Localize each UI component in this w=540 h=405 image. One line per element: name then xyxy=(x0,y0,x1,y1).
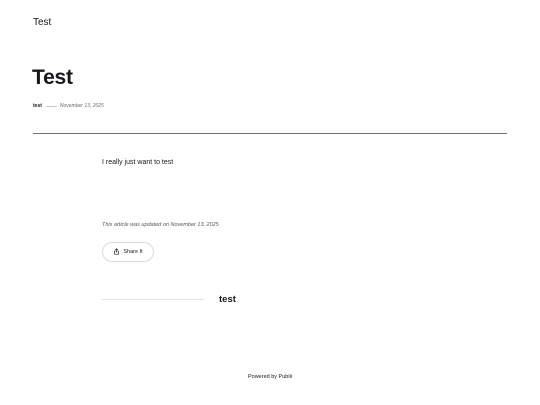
post-title: Test xyxy=(32,66,73,89)
share-icon xyxy=(113,247,120,257)
author-box-line xyxy=(102,299,204,300)
share-label: Share It xyxy=(123,249,143,255)
footer-credit: Powered by Publii xyxy=(247,374,293,380)
post-content: I really just want to test xyxy=(102,159,174,166)
author-box: test xyxy=(102,294,236,305)
divider xyxy=(33,133,507,134)
post-meta: test November 13, 2025 xyxy=(33,103,104,110)
author-box-name[interactable]: test xyxy=(219,294,236,305)
updated-note: This article was updated on November 13,… xyxy=(102,222,219,228)
post-date: November 13, 2025 xyxy=(59,103,104,109)
meta-separator xyxy=(45,106,57,107)
author-link[interactable]: test xyxy=(33,103,42,110)
share-button[interactable]: Share It xyxy=(102,242,154,262)
site-logo[interactable]: Test xyxy=(33,17,51,29)
